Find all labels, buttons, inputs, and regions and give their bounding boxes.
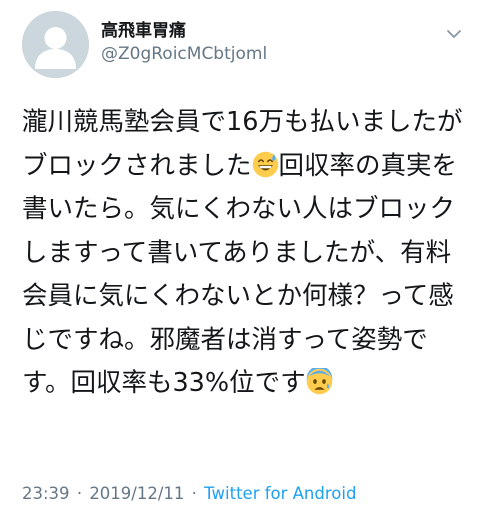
avatar[interactable] [22, 11, 89, 78]
meta-separator: · [191, 484, 197, 503]
tweet-metadata: 23:39 · 2019/12/11 · Twitter for Android [22, 484, 356, 503]
meta-separator: · [76, 484, 83, 503]
chevron-down-icon[interactable] [444, 24, 464, 44]
anxious-face-with-sweat-icon [306, 368, 333, 395]
tweet-card: 高飛車胃痛 @Z0gRoicMCbtjoml 瀧川競馬塾会員で16万も払いました… [0, 0, 480, 517]
tweet-date[interactable]: 2019/12/11 [89, 484, 184, 503]
default-profile-icon [22, 11, 89, 78]
tweet-text-part2: 回収率の真実を書いたら。気にくわない人はブロックしますって書いてありましたが、有… [22, 150, 458, 399]
grinning-face-with-sweat-icon [252, 151, 279, 178]
tweet-source-link[interactable]: Twitter for Android [204, 484, 356, 503]
user-handle[interactable]: @Z0gRoicMCbtjoml [101, 44, 267, 64]
tweet-time[interactable]: 23:39 [22, 484, 70, 503]
display-name[interactable]: 高飛車胃痛 [101, 16, 186, 41]
tweet-text: 瀧川競馬塾会員で16万も払いましたがブロックされました 回収率の真実を書いたら。… [22, 101, 464, 406]
